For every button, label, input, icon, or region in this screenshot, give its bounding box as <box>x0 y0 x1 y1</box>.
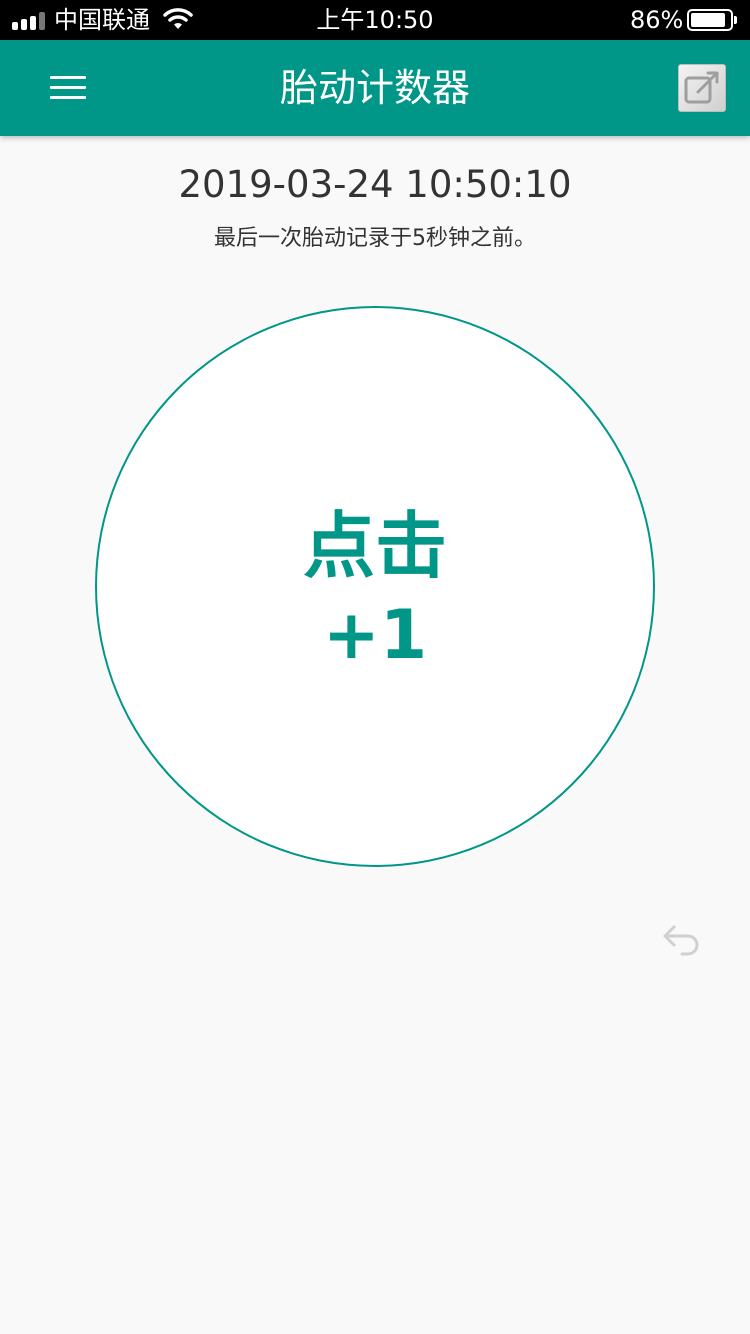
battery-percentage: 86% <box>630 6 684 34</box>
edit-icon <box>684 71 719 104</box>
page-title: 胎动计数器 <box>279 66 470 110</box>
edit-button[interactable] <box>678 64 726 112</box>
app-bar: 胎动计数器 <box>0 40 750 136</box>
tap-button-label: 点击 <box>302 504 447 588</box>
last-record-text: 最后一次胎动记录于5秒钟之前。 <box>214 226 536 251</box>
menu-button[interactable] <box>44 70 92 106</box>
tap-button-increment: +1 <box>322 596 428 675</box>
undo-icon <box>663 925 699 956</box>
status-bar: 中国联通 上午10:50 86% <box>0 0 750 40</box>
undo-button[interactable] <box>654 916 704 966</box>
current-datetime: 2019-03-24 10:50:10 <box>178 163 572 206</box>
menu-icon <box>50 76 86 79</box>
battery-icon <box>687 9 737 31</box>
tap-count-button[interactable]: 点击 +1 <box>95 306 655 867</box>
